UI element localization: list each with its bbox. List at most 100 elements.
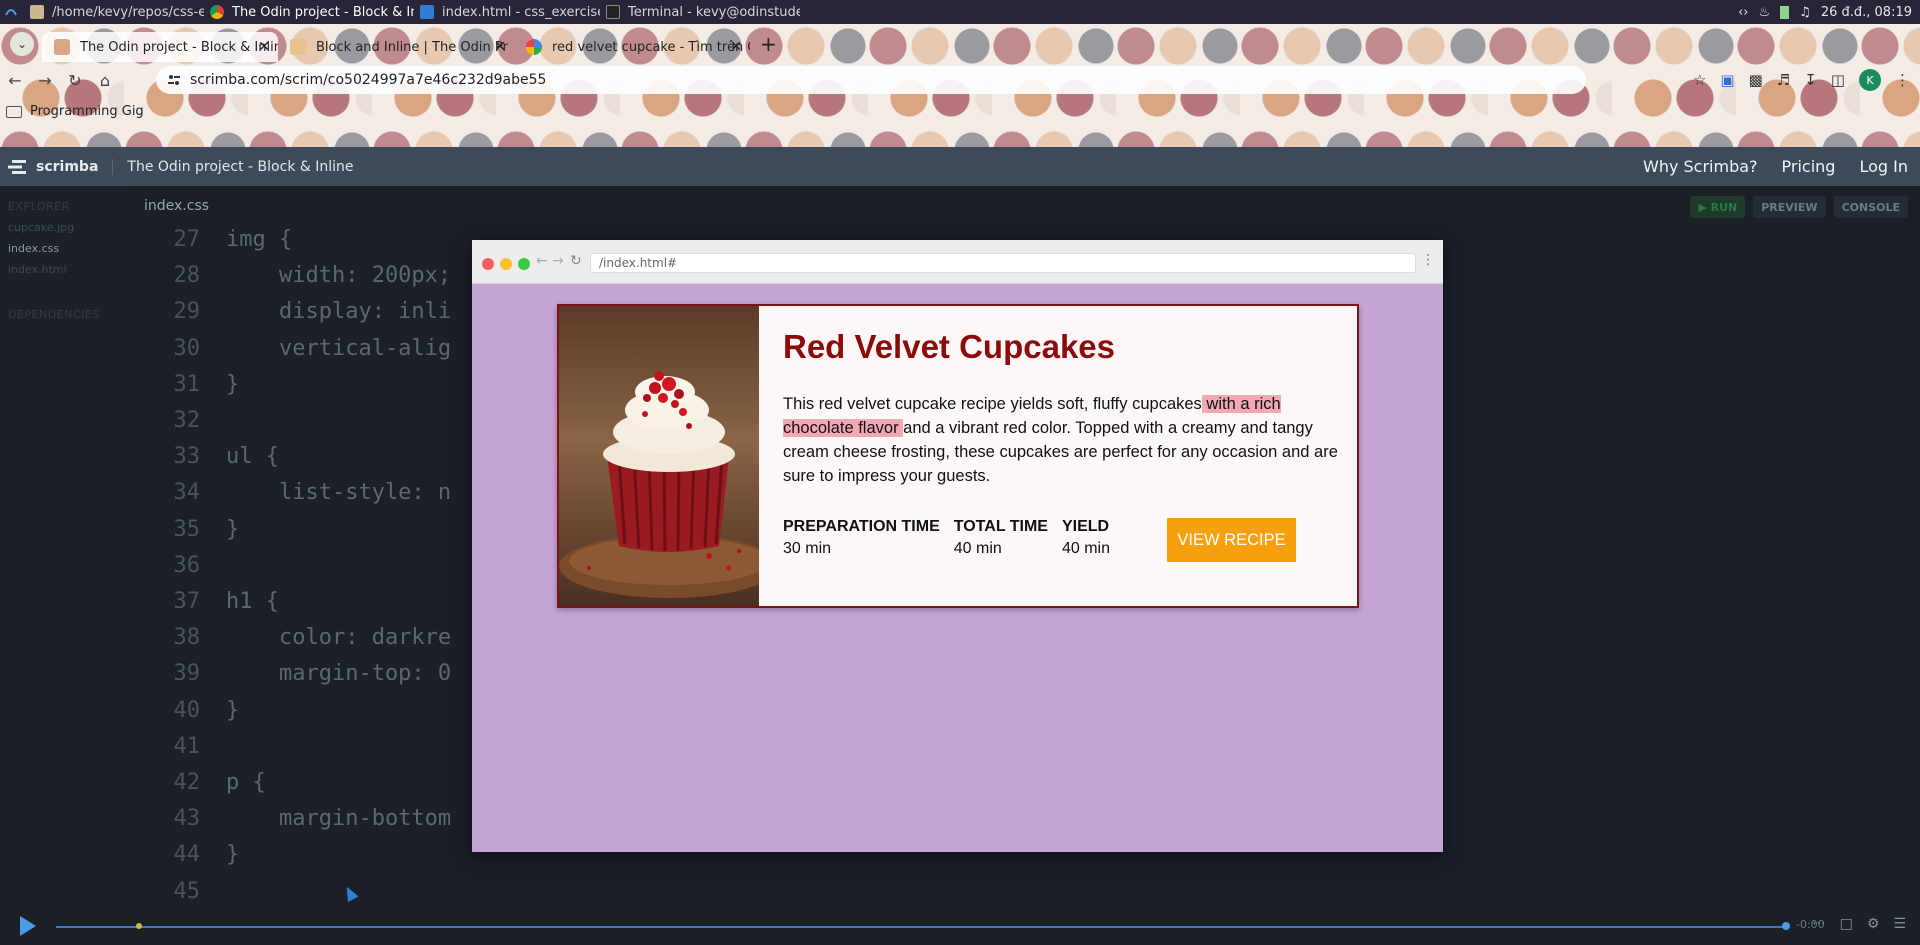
close-icon[interactable]: ✕ [730,39,742,55]
close-icon[interactable]: ✕ [258,39,270,55]
forward-icon[interactable]: → [552,253,564,269]
preview-button[interactable]: PREVIEW [1753,196,1826,218]
site-info-icon[interactable] [166,72,182,88]
code-line: margin-bottom [226,806,452,832]
minimize-dot-icon[interactable] [500,258,512,270]
browser-tab-odin-scrimba[interactable]: The Odin project - Block & Inline ✕ [42,32,278,62]
timeline-knob[interactable] [1782,922,1790,930]
taskbar-item-files[interactable]: /home/kevy/repos/css-exerc... [24,0,204,24]
player-controls: ··· □ ⚙ ☰ [1812,916,1906,932]
more-icon[interactable]: ··· [1812,916,1825,932]
browser-tab-google[interactable]: red velvet cupcake - Tìm trên G ✕ [514,32,750,62]
browser-tab-odin[interactable]: Block and Inline | The Odin Pr ✕ [278,32,514,62]
network-icon[interactable]: ‹› [1738,5,1748,20]
file-item-index-css[interactable]: index.css [0,238,128,259]
bookmarks-bar: Programming Gig [6,104,144,119]
browser-chrome: ⌄ The Odin project - Block & Inline ✕ Bl… [0,24,1920,147]
tab-strip: ⌄ The Odin project - Block & Inline ✕ Bl… [0,26,1920,62]
code-line: margin-top: 0 [226,661,452,687]
dependencies-heading: DEPENDENCIES [8,308,100,321]
puzzle-icon[interactable]: ▩ [1749,71,1763,89]
reload-icon[interactable]: ↻ [570,253,582,269]
recipe-stats: PREPARATION TIME 30 min TOTAL TIME 40 mi… [783,518,1124,558]
line-number: 30 [173,335,201,361]
code-line: list-style: n [226,480,452,506]
preview-window: ← → ↻ /index.html# ⋮ Red Velvet Cupcakes… [472,240,1443,852]
stat-total-time: TOTAL TIME 40 min [953,518,1048,557]
recipe-card: Red Velvet Cupcakes This red velvet cupc… [557,304,1359,608]
sidepanel-icon[interactable]: ◫ [1831,71,1845,89]
login-link[interactable]: Log In [1859,157,1908,176]
extension-icon[interactable]: ▣ [1720,71,1734,89]
media-icon[interactable]: ♬ [1777,71,1790,89]
play-icon[interactable] [20,916,36,936]
bookmark-star-icon[interactable]: ☆ [1693,71,1706,89]
line-number: 34 [173,480,201,506]
run-button[interactable]: ▶ RUN [1690,196,1746,218]
home-icon[interactable]: ⌂ [90,71,120,90]
taskbar-item-vscode[interactable]: index.html - css_exercise -... [414,0,600,24]
url-text: scrimba.com/scrim/co5024997a7e46c232d9ab… [190,72,547,88]
editor-buttons: ▶ RUN PREVIEW CONSOLE [1690,196,1908,218]
file-item-cupcake[interactable]: cupcake.jpg [0,217,128,238]
bookmark-folder[interactable]: Programming Gig [30,104,144,119]
clock[interactable]: 26 đ.đ., 08:19 [1821,5,1912,20]
view-recipe-button[interactable]: VIEW RECIPE [1167,518,1296,562]
system-tray: ‹› ♨ ♫ 26 đ.đ., 08:19 [1738,0,1912,24]
file-item-index-html[interactable]: index.html [0,259,128,280]
timeline-track[interactable] [56,926,1786,928]
recipe-title: Red Velvet Cupcakes [783,328,1115,365]
maximize-dot-icon[interactable] [518,258,530,270]
settings-icon[interactable]: ⚙ [1867,916,1880,932]
app-menu-icon[interactable] [0,0,24,24]
close-icon[interactable]: ✕ [494,39,506,55]
volume-icon[interactable]: ♫ [1799,5,1811,20]
cupcake-illustration [559,371,759,598]
vscode-icon [420,5,434,19]
description-text: This red velvet cupcake recipe yields so… [783,395,1202,413]
tab-search-icon[interactable]: ⌄ [10,32,34,56]
back-icon[interactable]: ← [0,71,30,90]
code-content[interactable]: img { width: 200px; display: inli vertic… [226,222,451,945]
close-dot-icon[interactable] [482,258,494,270]
forward-icon[interactable]: → [30,71,60,90]
line-number: 39 [173,661,201,687]
battery-icon[interactable] [1780,5,1790,19]
bookmark-icon[interactable]: □ [1840,916,1853,932]
favicon-icon [54,39,70,55]
code-line: } [226,516,240,542]
reload-icon[interactable]: ↻ [60,71,90,90]
taskbar-item-terminal[interactable]: Terminal - kevy@odinstuden... [600,0,800,24]
new-tab-icon[interactable]: + [760,32,777,56]
preview-url-field[interactable]: /index.html# [590,253,1416,273]
favicon-icon [290,39,306,55]
menu-kebab-icon[interactable]: ⋮ [1421,252,1435,268]
console-button[interactable]: CONSOLE [1833,196,1908,218]
line-number: 44 [173,842,201,868]
code-line: color: darkre [226,625,452,651]
code-line: width: 200px; [226,263,452,289]
line-number: 41 [173,733,201,759]
scrimba-logo[interactable]: scrimba [8,159,98,175]
menu-kebab-icon[interactable]: ⋮ [1895,71,1910,89]
bell-icon[interactable]: ♨ [1759,5,1771,20]
terminal-icon [606,5,620,19]
active-file-tab[interactable]: index.css [144,198,209,214]
folder-icon [30,5,44,19]
browser-toolbar: ← → ↻ ⌂ scrimba.com/scrim/co5024997a7e46… [0,62,1920,98]
taskbar-item-chrome[interactable]: The Odin project - Block & In... [204,0,414,24]
explorer-heading: EXPLORER [8,200,70,213]
back-icon[interactable]: ← [536,253,548,269]
recipe-description: This red velvet cupcake recipe yields so… [783,392,1343,488]
why-scrimba-link[interactable]: Why Scrimba? [1643,157,1758,176]
menu-icon[interactable]: ☰ [1893,916,1906,932]
file-explorer: EXPLORER cupcake.jpg index.css index.htm… [0,186,128,910]
pricing-link[interactable]: Pricing [1782,157,1836,176]
address-bar[interactable]: scrimba.com/scrim/co5024997a7e46c232d9ab… [156,66,1586,94]
download-icon[interactable]: ↧ [1804,71,1817,89]
line-number: 32 [173,408,201,434]
code-line: } [226,371,240,397]
profile-avatar[interactable]: K [1859,69,1881,91]
